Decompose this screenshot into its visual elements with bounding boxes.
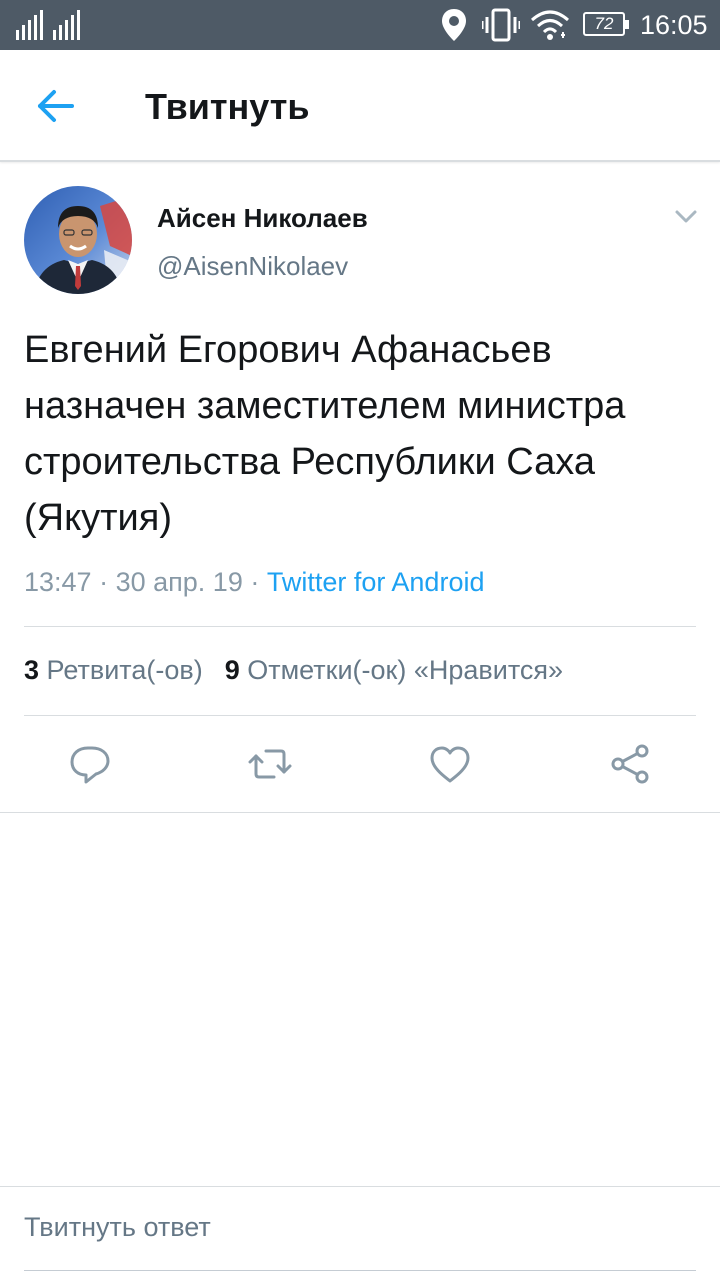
meta-separator: · xyxy=(250,567,260,597)
reply-input-underline xyxy=(24,1270,696,1271)
status-bar: 72 16:05 xyxy=(0,0,720,50)
retweets-count: 3 xyxy=(24,655,40,685)
signal-icon xyxy=(53,10,87,40)
likes-stat[interactable]: 9 Отметки(-ок) «Нравится» xyxy=(225,655,563,685)
share-icon[interactable] xyxy=(606,740,654,788)
location-icon xyxy=(442,9,466,41)
author-handle[interactable]: @AisenNikolaev xyxy=(157,250,348,282)
reply-input[interactable]: Твитнуть ответ xyxy=(24,1210,211,1244)
divider xyxy=(24,626,696,627)
avatar-image xyxy=(24,186,132,294)
divider xyxy=(0,1186,720,1187)
divider xyxy=(24,715,696,716)
wifi-icon xyxy=(531,10,569,40)
avatar[interactable] xyxy=(24,186,132,294)
tweet-date: 30 апр. 19 xyxy=(115,567,243,597)
chevron-down-icon[interactable] xyxy=(672,202,700,230)
signal-icon xyxy=(16,10,48,40)
page-title: Твитнуть xyxy=(145,86,310,127)
likes-label: Отметки(-ок) «Нравится» xyxy=(247,655,564,685)
meta-separator: · xyxy=(99,567,109,597)
retweet-icon[interactable] xyxy=(246,740,294,788)
vibrate-icon xyxy=(482,8,520,42)
retweets-stat[interactable]: 3 Ретвита(-ов) xyxy=(24,655,203,685)
reply-icon[interactable] xyxy=(66,740,114,788)
tweet-source-link[interactable]: Twitter for Android xyxy=(267,567,485,597)
retweets-label: Ретвита(-ов) xyxy=(46,655,203,685)
arrow-left-icon[interactable] xyxy=(30,80,82,132)
like-icon[interactable] xyxy=(426,740,474,788)
tweet-stats: 3 Ретвита(-ов) 9 Отметки(-ок) «Нравится» xyxy=(24,652,563,688)
author-name[interactable]: Айсен Николаев xyxy=(157,202,368,234)
divider xyxy=(0,812,720,813)
toolbar: Твитнуть xyxy=(0,50,720,162)
tweet-text: Евгений Егорович Афанасьев назначен заме… xyxy=(24,329,626,539)
status-time: 16:05 xyxy=(640,10,708,40)
tweet-meta: 13:47 · 30 апр. 19 · Twitter for Android xyxy=(24,564,484,600)
battery-icon: 72 xyxy=(583,12,629,36)
likes-count: 9 xyxy=(224,655,240,685)
tweet-time: 13:47 xyxy=(24,567,92,597)
battery-level: 72 xyxy=(594,14,614,33)
